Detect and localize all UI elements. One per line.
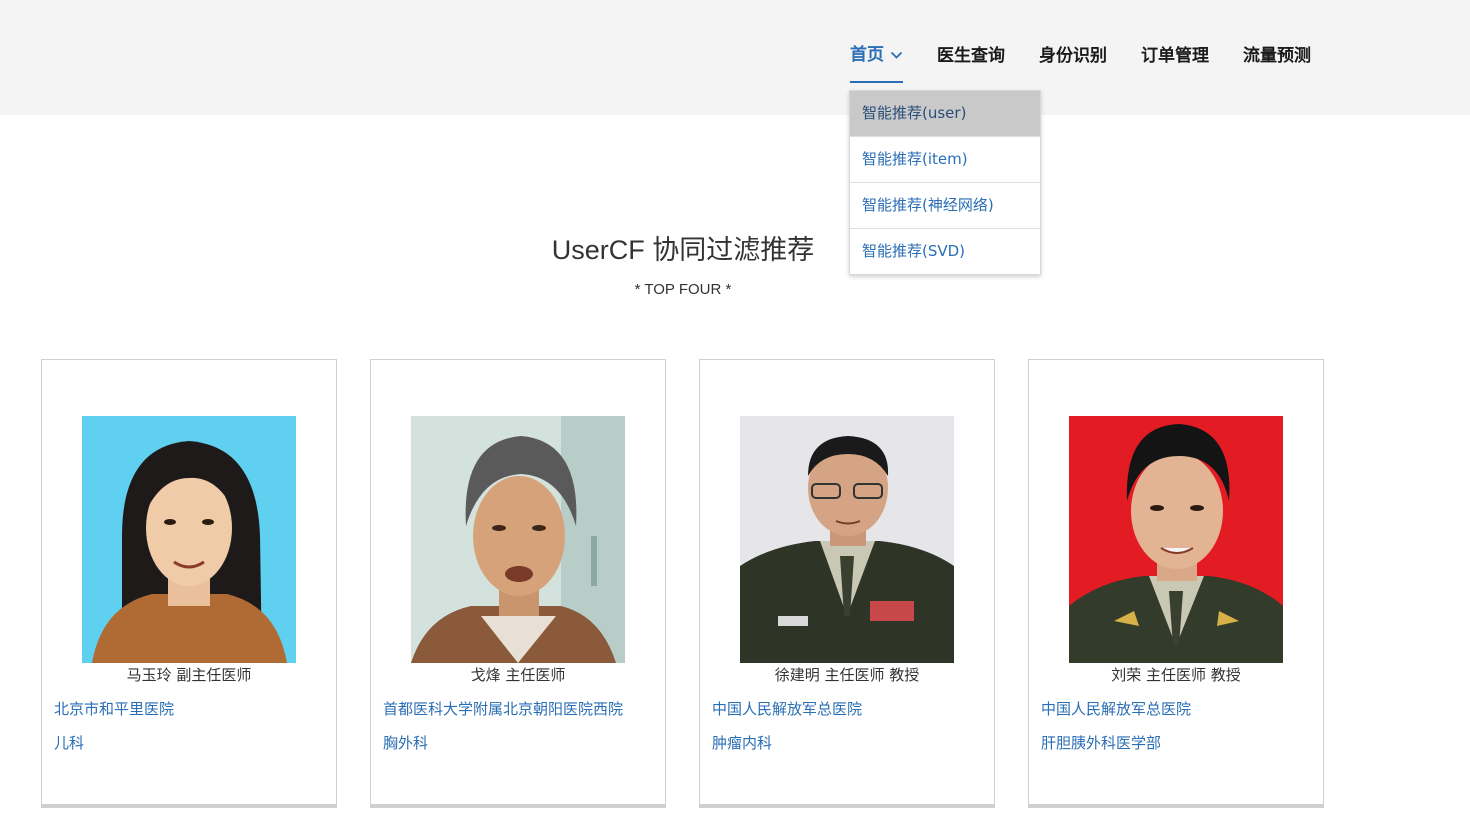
- nav-item-label: 医生查询: [937, 46, 1005, 66]
- doctor-hospital-link[interactable]: 北京市和平里医院: [54, 698, 174, 719]
- section-title: UserCF 协同过滤推荐: [551, 235, 815, 265]
- nav-item-identity[interactable]: 身份识别: [1039, 41, 1107, 82]
- nav-item-doctor-search[interactable]: 医生查询: [937, 41, 1005, 82]
- dropdown-item-neural-network[interactable]: 智能推荐(神经网络): [850, 183, 1040, 229]
- doctor-hospital-link[interactable]: 中国人民解放军总医院: [1041, 698, 1191, 719]
- doctor-photo[interactable]: [740, 416, 954, 663]
- nav-item-traffic-forecast[interactable]: 流量预测: [1243, 41, 1311, 82]
- nav-item-label: 流量预测: [1243, 46, 1311, 66]
- doctor-dept-link[interactable]: 儿科: [54, 732, 84, 753]
- doctor-name: 徐建明 主任医师 教授: [774, 666, 920, 684]
- doctor-name: 刘荣 主任医师 教授: [1111, 666, 1241, 684]
- doctor-hospital-link[interactable]: 中国人民解放军总医院: [712, 698, 862, 719]
- section-subtitle: * TOP FOUR *: [634, 281, 732, 298]
- nav-item-home[interactable]: 首页: [850, 40, 903, 83]
- doctor-name: 马玉玲 副主任医师: [126, 666, 252, 684]
- nav-item-label: 身份识别: [1039, 46, 1107, 66]
- nav-item-orders[interactable]: 订单管理: [1141, 41, 1209, 82]
- dropdown-item-item[interactable]: 智能推荐(item): [850, 137, 1040, 183]
- doctor-dept-link[interactable]: 胸外科: [383, 732, 428, 753]
- doctor-photo[interactable]: [82, 416, 296, 663]
- doctor-card[interactable]: 戈烽 主任医师 首都医科大学附属北京朝阳医院西院 胸外科: [370, 359, 666, 808]
- doctor-photo[interactable]: [411, 416, 625, 663]
- doctor-card[interactable]: 徐建明 主任医师 教授 中国人民解放军总医院 肿瘤内科: [699, 359, 995, 808]
- doctor-card[interactable]: 马玉玲 副主任医师 北京市和平里医院 儿科: [41, 359, 337, 808]
- nav-item-label: 订单管理: [1141, 46, 1209, 66]
- chevron-down-icon: [890, 45, 903, 65]
- doctor-card[interactable]: 刘荣 主任医师 教授 中国人民解放军总医院 肝胆胰外科医学部: [1028, 359, 1324, 808]
- doctor-hospital-link[interactable]: 首都医科大学附属北京朝阳医院西院: [383, 698, 623, 719]
- dropdown-item-svd[interactable]: 智能推荐(SVD): [850, 229, 1040, 274]
- doctor-name: 戈烽 主任医师: [470, 666, 566, 684]
- doctor-dept-link[interactable]: 肝胆胰外科医学部: [1041, 732, 1161, 753]
- doctor-photo[interactable]: [1069, 416, 1283, 663]
- top-header: 首页 医生查询 身份识别 订单管理 流量预测: [0, 0, 1470, 115]
- home-dropdown-menu: 智能推荐(user) 智能推荐(item) 智能推荐(神经网络) 智能推荐(SV…: [849, 90, 1041, 275]
- main-nav: 首页 医生查询 身份识别 订单管理 流量预测: [850, 40, 1345, 83]
- dropdown-item-user[interactable]: 智能推荐(user): [850, 91, 1040, 137]
- nav-item-label: 首页: [850, 45, 884, 65]
- doctor-dept-link[interactable]: 肿瘤内科: [712, 732, 772, 753]
